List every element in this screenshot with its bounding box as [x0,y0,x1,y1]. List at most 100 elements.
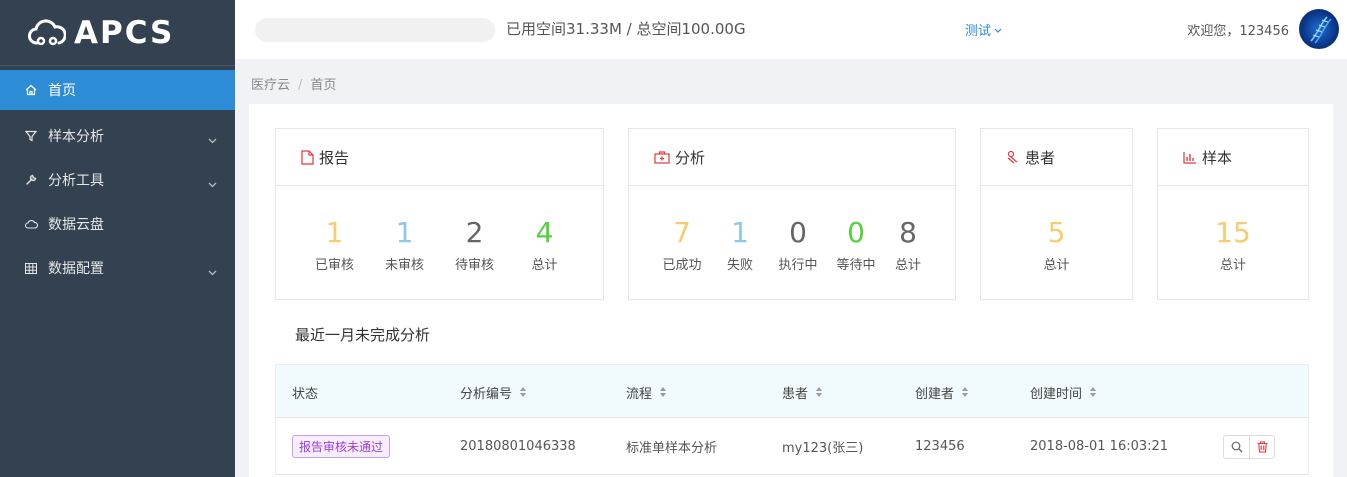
column-label: 创建时间 [1030,386,1083,402]
sidebar: APCS 首页 样本分析 分析工具 数据云盘 数据配置 [0,0,235,477]
test-dropdown-label: 测试 [965,24,992,39]
id-cell: 20180801046338 [460,439,576,454]
patient-cell: my123(张三) [782,441,864,456]
stat-value: 8 [899,216,917,249]
stat-label: 总计 [1219,258,1246,273]
sidebar-item-label: 数据配置 [48,261,104,277]
stat-item[interactable]: 1 失败 [711,216,769,273]
logo-text: APCS [74,14,175,51]
column-header-patient[interactable]: 患者 [782,365,823,419]
actions-cell [1223,418,1275,475]
medical-kit-icon [654,150,670,164]
column-label: 患者 [782,386,809,402]
stat-value: 0 [789,216,807,249]
patient-card: 患者 5 总计 [980,128,1133,300]
card-header: 患者 [981,129,1132,186]
sort-icon[interactable] [962,387,969,397]
analysis-card: 分析 7 已成功 1 失败 0 执行中 0 等待中 8 总计 [628,128,956,300]
status-cell: 报告审核未通过 [292,418,391,475]
stat-label: 等待中 [836,258,876,273]
sort-icon[interactable] [660,387,667,397]
stat-item[interactable]: 5 总计 [1017,216,1097,273]
stat-value: 1 [325,216,344,249]
table-header: 状态 分析编号 流程 患者 创建者 创建时间 [275,364,1309,418]
stat-label: 未审核 [384,258,424,273]
stat-item[interactable]: 4 总计 [510,216,580,273]
stat-item[interactable]: 0 执行中 [769,216,827,273]
view-button[interactable] [1224,436,1249,458]
breadcrumb-root[interactable]: 医疗云 [251,78,290,93]
stat-label: 执行中 [778,258,818,273]
search-icon [1231,441,1242,452]
stat-value: 5 [1047,216,1066,249]
patient-stats: 5 总计 [981,216,1132,273]
card-header: 报告 [276,129,603,186]
sort-icon[interactable] [520,387,527,397]
stat-item[interactable]: 2 待审核 [440,216,510,273]
row-actions [1223,434,1275,459]
sidebar-nav: 首页 样本分析 分析工具 数据云盘 数据配置 [0,70,235,290]
card-header: 样本 [1158,129,1308,186]
avatar[interactable] [1299,9,1339,49]
top-header: 已用空间31.33M / 总空间100.00G 测试 欢迎您，123456 [235,0,1347,59]
stat-item[interactable]: 1 未审核 [370,216,440,273]
column-label: 分析编号 [460,386,513,402]
chevron-down-icon [994,22,1002,37]
creator-cell: 123456 [915,439,965,454]
sidebar-item-analysis-tools[interactable]: 分析工具 [0,158,235,202]
storage-usage-bar [255,18,495,42]
recent-analysis-table: 状态 分析编号 流程 患者 创建者 创建时间 报告审核未通过 201808010… [275,364,1309,475]
stat-value: 15 [1215,216,1251,249]
sidebar-item-data-config[interactable]: 数据配置 [0,246,235,290]
column-header-flow[interactable]: 流程 [626,365,667,419]
stat-label: 失败 [726,258,753,273]
created-cell: 2018-08-01 16:03:21 [1030,439,1169,454]
stat-item[interactable]: 1 已审核 [300,216,370,273]
stat-label: 已审核 [314,258,354,273]
dashboard-panel: 报告 1 已审核 1 未审核 2 待审核 4 总计 分析 7 已成功 1 失败 0 执行中 0… [249,104,1333,477]
wrench-icon [24,173,38,187]
stat-label: 总计 [894,258,921,273]
stat-value: 1 [731,216,749,249]
test-dropdown[interactable]: 测试 [965,20,1002,39]
section-title: 最近一月未完成分析 [295,326,431,344]
stat-label: 总计 [531,258,558,273]
filter-icon [24,129,38,143]
column-label: 状态 [292,386,319,402]
breadcrumb: 医疗云 / 首页 [251,74,336,93]
chevron-down-icon [208,264,217,280]
column-header-id[interactable]: 分析编号 [460,365,527,419]
card-header: 分析 [629,129,955,186]
patient-icon [1006,150,1020,164]
column-label: 创建者 [915,386,955,402]
column-header-creator[interactable]: 创建者 [915,365,969,419]
report-stats: 1 已审核 1 未审核 2 待审核 4 总计 [276,216,603,273]
delete-button[interactable] [1249,435,1274,458]
sidebar-item-home[interactable]: 首页 [0,70,235,110]
sidebar-item-label: 分析工具 [48,173,104,189]
stat-value: 7 [673,216,691,249]
stat-item[interactable]: 7 已成功 [653,216,711,273]
sample-stats: 15 总计 [1158,216,1308,273]
column-header-created[interactable]: 创建时间 [1030,365,1097,419]
report-card: 报告 1 已审核 1 未审核 2 待审核 4 总计 [275,128,604,300]
sample-card: 样本 15 总计 [1157,128,1309,300]
card-title: 报告 [319,148,350,167]
stat-item[interactable]: 0 等待中 [827,216,885,273]
sidebar-item-sample-analysis[interactable]: 样本分析 [0,114,235,158]
card-title: 分析 [675,148,706,167]
analysis-stats: 7 已成功 1 失败 0 执行中 0 等待中 8 总计 [629,216,955,273]
sort-icon[interactable] [1090,387,1097,397]
stat-label: 总计 [1043,258,1070,273]
column-header-status: 状态 [292,365,318,419]
cloud-logo-icon [28,18,66,45]
stat-item[interactable]: 15 总计 [1193,216,1273,273]
sidebar-item-label: 数据云盘 [48,217,104,233]
table-row[interactable]: 报告审核未通过 20180801046338 标准单样本分析 my123(张三)… [275,418,1309,475]
sidebar-item-cloud-disk[interactable]: 数据云盘 [0,202,235,246]
sort-icon[interactable] [816,387,823,397]
chevron-down-icon [208,176,217,192]
welcome-text: 欢迎您，123456 [1187,24,1289,39]
stat-item[interactable]: 8 总计 [885,216,931,273]
app-logo[interactable]: APCS [0,0,235,66]
